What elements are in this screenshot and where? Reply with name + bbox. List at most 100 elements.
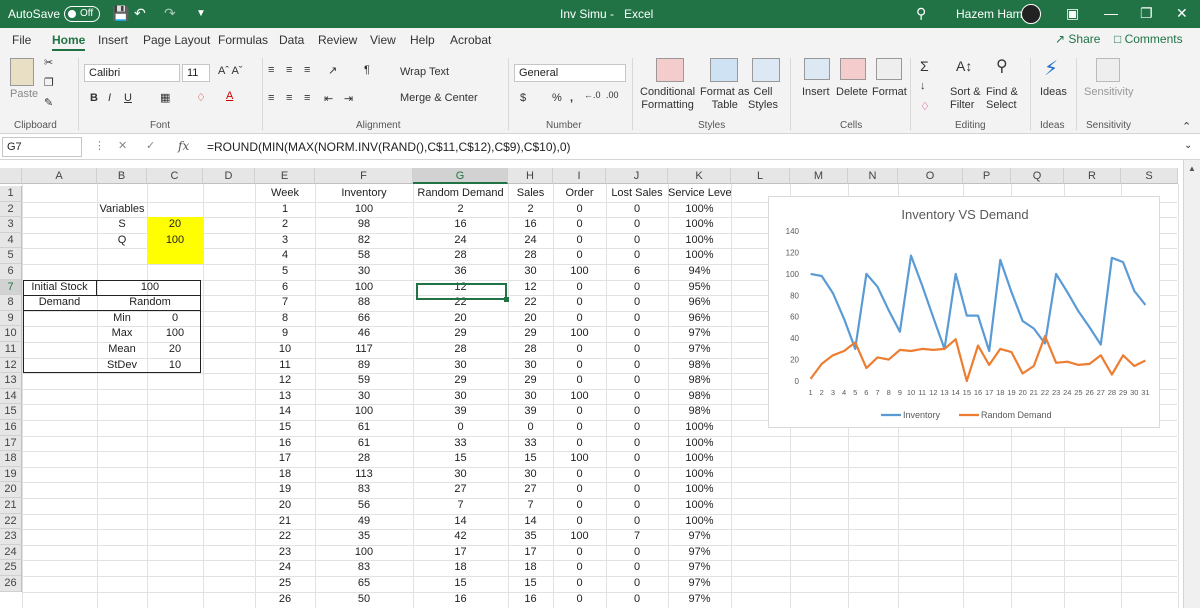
table-cell[interactable]: 9 <box>255 326 315 342</box>
table-cell[interactable]: 30 <box>508 264 553 280</box>
formula-input[interactable]: =ROUND(MIN(MAX(NORM.INV(RAND(),C$11,C$12… <box>207 140 571 154</box>
row-header[interactable]: 23 <box>0 529 22 545</box>
merge-center-button[interactable]: Merge & Center <box>400 92 478 104</box>
table-cell[interactable]: 98% <box>668 389 731 405</box>
table-cell[interactable]: 50 <box>315 592 413 608</box>
table-cell[interactable]: 97% <box>668 342 731 358</box>
table-cell[interactable]: 100% <box>668 420 731 436</box>
table-cell[interactable]: 6 <box>255 280 315 296</box>
conditional-formatting-icon[interactable] <box>656 58 684 82</box>
cell[interactable]: Mean <box>97 342 147 358</box>
table-cell[interactable]: 97% <box>668 545 731 561</box>
format-as-table-button[interactable]: Format as Table <box>700 86 750 112</box>
table-cell[interactable]: 1 <box>255 202 315 218</box>
cell[interactable]: Min <box>97 311 147 327</box>
cell[interactable]: Initial Stock <box>22 280 97 296</box>
table-cell[interactable]: 0 <box>553 342 606 358</box>
table-cell[interactable]: 22 <box>255 529 315 545</box>
table-cell[interactable]: 23 <box>255 545 315 561</box>
conditional-formatting-button[interactable]: Conditional Formatting <box>640 86 695 112</box>
name-box[interactable]: G7 <box>2 137 82 157</box>
table-cell[interactable]: 97% <box>668 326 731 342</box>
row-header[interactable]: 18 <box>0 451 22 467</box>
table-cell[interactable]: 6 <box>606 264 668 280</box>
table-header[interactable]: Service Level <box>668 186 731 202</box>
table-cell[interactable]: 30 <box>413 358 508 374</box>
table-cell[interactable]: 97% <box>668 592 731 608</box>
table-cell[interactable]: 0 <box>606 311 668 327</box>
table-cell[interactable]: 0 <box>606 295 668 311</box>
table-cell[interactable]: 0 <box>553 295 606 311</box>
customize-qat-icon[interactable]: ▼ <box>196 8 206 19</box>
table-cell[interactable]: 21 <box>255 514 315 530</box>
insert-button[interactable]: Insert <box>802 86 830 98</box>
column-header[interactable]: L <box>731 168 790 184</box>
table-cell[interactable]: 100% <box>668 451 731 467</box>
table-cell[interactable]: 0 <box>553 467 606 483</box>
font-name-select[interactable]: Calibri <box>84 64 180 82</box>
table-cell[interactable]: 13 <box>255 389 315 405</box>
table-header[interactable]: Week <box>255 186 315 202</box>
fill-handle[interactable] <box>504 297 509 302</box>
table-cell[interactable]: 28 <box>413 342 508 358</box>
cell[interactable]: 0 <box>147 311 203 327</box>
close-icon[interactable]: ✕ <box>1176 5 1188 22</box>
tab-acrobat[interactable]: Acrobat <box>450 33 491 47</box>
table-cell[interactable]: 30 <box>315 264 413 280</box>
column-header[interactable]: H <box>508 168 553 184</box>
table-cell[interactable]: 95% <box>668 280 731 296</box>
row-header[interactable]: 14 <box>0 388 22 405</box>
row-header[interactable]: 2 <box>0 201 22 218</box>
table-cell[interactable]: 2 <box>413 202 508 218</box>
sort-filter-button[interactable]: Sort & Filter <box>950 86 981 112</box>
table-cell[interactable]: 58 <box>315 248 413 264</box>
font-color-icon[interactable]: A <box>226 90 233 102</box>
row-header[interactable]: 5 <box>0 248 22 264</box>
table-cell[interactable]: 56 <box>315 498 413 514</box>
column-header[interactable]: E <box>255 168 315 184</box>
table-cell[interactable]: 0 <box>553 436 606 452</box>
align-left-icon[interactable]: ≡ <box>268 92 274 104</box>
table-cell[interactable]: 12 <box>255 373 315 389</box>
autosum-icon[interactable]: Σ <box>920 58 929 74</box>
ideas-button[interactable]: Ideas <box>1040 86 1067 98</box>
table-cell[interactable]: 100 <box>315 280 413 296</box>
format-painter-icon[interactable]: ✎ <box>44 96 53 109</box>
row-header[interactable]: 16 <box>0 420 22 436</box>
column-header[interactable]: I <box>553 168 606 184</box>
table-cell[interactable]: 0 <box>606 592 668 608</box>
tab-formulas[interactable]: Formulas <box>218 33 268 47</box>
tab-review[interactable]: Review <box>318 33 357 47</box>
table-cell[interactable]: 0 <box>553 217 606 233</box>
initial-stock-value[interactable]: 100 <box>97 280 203 296</box>
tab-data[interactable]: Data <box>279 33 304 47</box>
row-header[interactable]: 11 <box>0 342 22 358</box>
align-center-icon[interactable]: ≡ <box>286 92 292 104</box>
table-cell[interactable]: 100 <box>553 389 606 405</box>
table-cell[interactable]: 18 <box>255 467 315 483</box>
table-cell[interactable]: 19 <box>255 482 315 498</box>
column-header[interactable]: B <box>97 168 147 184</box>
table-cell[interactable]: 28 <box>508 248 553 264</box>
table-cell[interactable]: 100 <box>553 326 606 342</box>
align-middle-icon[interactable]: ≡ <box>286 64 292 76</box>
table-cell[interactable]: 0 <box>606 482 668 498</box>
align-top-icon[interactable]: ≡ <box>268 64 274 76</box>
column-header[interactable]: M <box>790 168 848 184</box>
table-cell[interactable]: 0 <box>553 404 606 420</box>
table-cell[interactable]: 0 <box>553 373 606 389</box>
table-cell[interactable]: 0 <box>606 358 668 374</box>
table-cell[interactable]: 30 <box>315 389 413 405</box>
table-cell[interactable]: 0 <box>553 280 606 296</box>
cell[interactable]: 10 <box>147 358 203 374</box>
table-cell[interactable]: 2 <box>255 217 315 233</box>
cut-icon[interactable]: ✂ <box>44 56 53 69</box>
share-button[interactable]: ↗ Share <box>1055 32 1100 46</box>
comments-button[interactable]: □ Comments <box>1114 32 1183 46</box>
increase-indent-icon[interactable]: ⇥ <box>344 92 353 105</box>
wrap-text-button[interactable]: Wrap Text <box>400 66 449 78</box>
table-cell[interactable]: 5 <box>255 264 315 280</box>
format-as-table-icon[interactable] <box>710 58 738 82</box>
table-cell[interactable]: 98% <box>668 373 731 389</box>
table-cell[interactable]: 17 <box>413 545 508 561</box>
